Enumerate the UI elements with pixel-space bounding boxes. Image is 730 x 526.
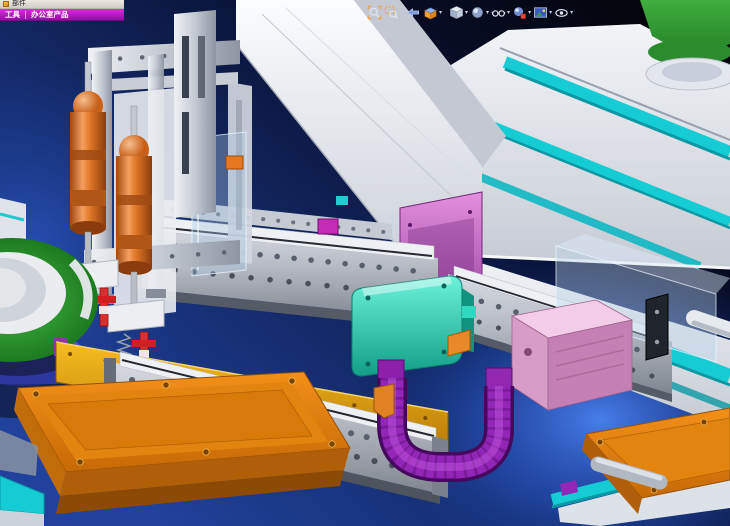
- app-tab-label[interactable]: 部件: [12, 0, 26, 8]
- teal-servo-motor[interactable]: [352, 276, 476, 376]
- shaft: [524, 348, 532, 356]
- graphics-area[interactable]: [0, 0, 730, 526]
- zoom-to-area-icon: [384, 5, 399, 20]
- clamp-label: [99, 306, 109, 314]
- dropdown-caret: ▾: [486, 9, 489, 16]
- screw: [408, 223, 412, 227]
- screw: [655, 340, 659, 344]
- band: [116, 195, 152, 205]
- zoom-to-area-button[interactable]: [383, 3, 400, 21]
- cyan-sensor: [336, 196, 348, 205]
- extrusion-column: [174, 10, 216, 218]
- zoom-to-fit-icon: [367, 5, 382, 20]
- pink-stepper-motor[interactable]: [512, 300, 632, 410]
- tab-separator: [25, 11, 26, 19]
- screw: [366, 296, 371, 301]
- magenta-sensor: [318, 219, 338, 234]
- display-style-button[interactable]: ▾: [469, 3, 490, 21]
- screw: [597, 439, 603, 445]
- connector: [462, 306, 476, 318]
- command-tab-bar: 工具 办公室产品: [0, 9, 124, 21]
- screw: [329, 441, 335, 447]
- dropdown-caret: ▾: [570, 9, 573, 16]
- previous-view-icon: [406, 5, 421, 20]
- section-view-icon: [423, 5, 438, 20]
- band: [70, 150, 106, 160]
- command-tab-tools[interactable]: 工具: [5, 9, 20, 20]
- chain-mount-right: [486, 368, 512, 388]
- screw: [701, 419, 707, 425]
- view-settings-button[interactable]: ▾: [553, 3, 574, 21]
- edit-appearance-button[interactable]: ▾: [511, 3, 532, 21]
- section-view-button[interactable]: ▾: [422, 3, 443, 21]
- screw: [289, 378, 295, 384]
- window-tab-fragment: 部件 工具 办公室产品: [0, 0, 124, 21]
- hide-show-items-icon: [491, 5, 506, 20]
- chain-mount-top: [378, 360, 404, 380]
- cylinder-body: [116, 156, 152, 268]
- apply-scene-icon: [533, 5, 548, 20]
- screw: [33, 391, 39, 397]
- t-slot: [182, 36, 189, 98]
- view-settings-icon: [554, 5, 569, 20]
- view-orientation-button[interactable]: ▾: [448, 3, 469, 21]
- previous-view-button[interactable]: [405, 3, 422, 21]
- dropdown-caret: ▾: [465, 9, 468, 16]
- apply-scene-button[interactable]: ▾: [532, 3, 553, 21]
- screw: [366, 362, 371, 367]
- screw: [163, 382, 169, 388]
- orange-bracket: [374, 384, 394, 418]
- screw: [442, 284, 447, 289]
- clamp-bar: [132, 340, 156, 347]
- edit-appearance-icon: [512, 5, 527, 20]
- cylinder-body: [70, 112, 106, 228]
- hide-show-items-button[interactable]: ▾: [490, 3, 511, 21]
- dropdown-caret: ▾: [507, 9, 510, 16]
- app-icon: [3, 1, 9, 7]
- application-window: 部件 工具 办公室产品 ▾: [0, 0, 730, 526]
- app-tab-row: 部件: [0, 0, 124, 9]
- black-bracket: [646, 294, 668, 360]
- mount-block: [108, 300, 164, 332]
- screw: [77, 459, 83, 465]
- ring-inner: [662, 62, 722, 82]
- screw: [468, 210, 472, 214]
- t-slot: [198, 36, 205, 98]
- screw: [442, 350, 447, 355]
- foot-block: [146, 289, 166, 298]
- zoom-to-fit-button[interactable]: [366, 3, 383, 21]
- dropdown-caret: ▾: [528, 9, 531, 16]
- screw: [655, 310, 659, 314]
- headsup-view-toolbar: ▾ ▾ ▾ ▾ ▾ ▾: [366, 3, 574, 21]
- dropdown-caret: ▾: [439, 9, 442, 16]
- view-orientation-icon: [449, 5, 464, 20]
- t-slot: [182, 112, 189, 174]
- command-tab-office-products[interactable]: 办公室产品: [31, 9, 69, 20]
- band: [116, 235, 152, 249]
- screw: [203, 449, 209, 455]
- display-style-icon: [470, 5, 485, 20]
- orange-sensor: [226, 156, 243, 169]
- band: [70, 190, 106, 206]
- dropdown-caret: ▾: [549, 9, 552, 16]
